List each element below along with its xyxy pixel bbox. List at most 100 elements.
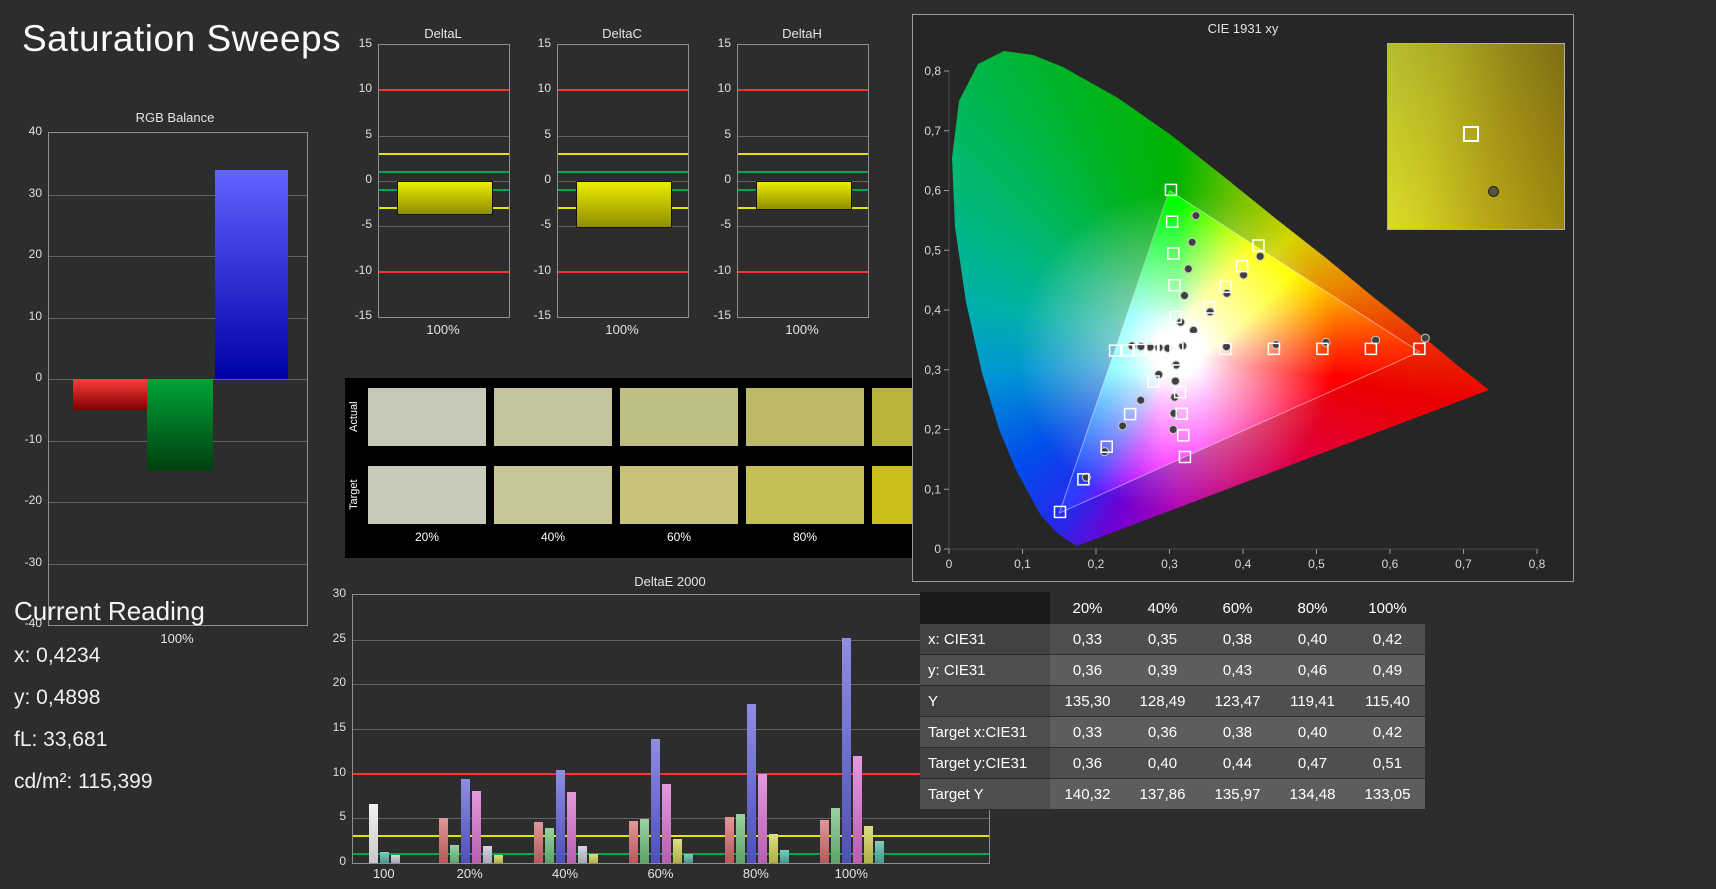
deltal-plot (378, 44, 510, 318)
measured-point (1321, 337, 1331, 347)
cie-y-tick-label: 0,2 (924, 423, 941, 437)
cie-y-tick-label: 0,4 (924, 303, 941, 317)
grid-line (558, 135, 688, 137)
rgb-balance-title: RGB Balance (135, 110, 215, 125)
measured-point (1187, 237, 1197, 247)
measured-point (1136, 341, 1146, 351)
inset-measured-dot (1488, 186, 1499, 197)
deltae-bar-white (369, 804, 379, 863)
target-swatch (746, 466, 864, 524)
deltae-bar-yellow (673, 838, 683, 863)
table-value-cell: 128,49 (1125, 685, 1200, 717)
ref-line-ref_red (379, 89, 509, 92)
table-row-label: Y (920, 685, 1050, 717)
inset-target-square (1463, 126, 1479, 142)
deltae-group-label: 100% (834, 866, 868, 881)
deltae-bar-yellow (589, 854, 599, 863)
cie-y-tick-label: 0,7 (924, 124, 941, 138)
table-corner-cell (920, 592, 1050, 624)
deltac-plot (557, 44, 689, 318)
deltae-bar-blue (556, 770, 566, 863)
y-axis-label: 15 (358, 36, 372, 50)
y-axis-label: 30 (332, 586, 346, 600)
target-row-label: Target (348, 479, 360, 511)
ref-line-ref_green (558, 170, 688, 173)
current-reading-line: fL: 33,681 (14, 728, 108, 751)
y-axis-label: -5 (720, 217, 731, 232)
y-axis-label: -15 (533, 308, 551, 322)
current-reading-values: x: 0,4234 y: 0,4898 fL: 33,681 cd/m²: 115,3… (14, 644, 153, 812)
y-axis-label: 10 (717, 81, 731, 96)
measured-point (1222, 288, 1232, 298)
table-column-header: 40% (1147, 599, 1178, 617)
deltae-group-label: 100 (372, 866, 395, 881)
y-axis-label: 25 (332, 630, 346, 645)
y-axis-label: -40 (24, 616, 42, 630)
deltae-bar-gray (578, 846, 588, 863)
actual-swatch (620, 388, 738, 446)
grid-line (353, 639, 989, 641)
table-value-cell: 140,32 (1050, 778, 1125, 810)
cie-x-tick-label: 0,7 (1455, 557, 1472, 571)
saturation-sweeps-screen: Saturation Sweeps RGB Balance 100% Delta… (0, 0, 1716, 889)
deltae-bar-pink (662, 784, 672, 863)
table-value-cell: 0,33 (1050, 624, 1125, 655)
deltae-bar-green (545, 828, 555, 863)
table-value-cell: 0,46 (1275, 654, 1350, 686)
cie-x-tick-label: 0,3 (1161, 557, 1178, 571)
table-row: y: CIE31 0,36 0,39 0,43 0,46 0,49 (920, 654, 1425, 686)
table-value-cell: 0,38 (1200, 624, 1275, 655)
table-value-cell: 0,36 (1050, 654, 1125, 686)
y-axis-label: -15 (354, 308, 372, 322)
cie-y-tick-label: 0 (934, 542, 941, 556)
actual-swatch (494, 388, 612, 446)
measured-point (1136, 395, 1146, 405)
y-axis-label: 5 (544, 126, 551, 141)
y-axis-label: 5 (365, 126, 372, 141)
current-reading-line: cd/m²: 115,399 (14, 770, 153, 793)
delta-bar (756, 181, 852, 211)
deltah-plot (737, 44, 869, 318)
table-row-label: Target Y (920, 778, 1050, 810)
table-value-cell: 0,51 (1350, 747, 1425, 779)
ref-line-ref_red (738, 270, 868, 273)
table-row-label: Target x:CIE31 (920, 716, 1050, 748)
actual-row-label: Actual (348, 401, 360, 433)
table-column-header: 80% (1297, 599, 1328, 617)
table-value-cell: 135,97 (1200, 778, 1275, 810)
deltae-bar-yellow (864, 826, 874, 863)
deltae-bar-red (820, 820, 830, 863)
cie-y-tick-label: 0,5 (924, 243, 941, 257)
deltae-bar-blue (651, 738, 661, 863)
measured-point (1255, 251, 1265, 261)
y-axis-label: -5 (540, 217, 551, 232)
deltae2000-plot (352, 594, 990, 864)
deltae-bar-teal (779, 849, 789, 863)
ref-line-ref_red (738, 89, 868, 92)
current-reading-line: y: 0,4898 (14, 686, 101, 709)
y-axis-label: 15 (717, 36, 731, 50)
table-row: Target y:CIE31 0,36 0,40 0,44 0,47 0,51 (920, 747, 1425, 779)
deltac-xlabel: 100% (605, 322, 639, 337)
table-value-cell: 0,40 (1125, 747, 1200, 779)
deltae-bar-red (724, 816, 734, 863)
table-value-cell: 0,38 (1200, 716, 1275, 748)
deltae-bar-red (629, 821, 639, 863)
target-swatch (494, 466, 612, 524)
ref-line-ref_red (353, 772, 989, 775)
grid-line (379, 135, 509, 137)
table-column-header: 20% (1072, 599, 1103, 617)
table-value-cell: 135,30 (1050, 685, 1125, 717)
deltae-bar-gray (391, 854, 401, 863)
table-row: Y 135,30 128,49 123,47 119,41 115,40 (920, 685, 1425, 717)
table-value-cell: 0,40 (1275, 716, 1350, 748)
y-axis-label: 10 (332, 764, 346, 779)
y-axis-label: 5 (724, 126, 731, 141)
table-value-cell: 0,49 (1350, 654, 1425, 686)
deltae-bar-green (640, 819, 650, 863)
table-value-cell: 0,40 (1275, 624, 1350, 655)
y-axis-label: 0 (339, 854, 346, 868)
deltae-bar-blue (842, 637, 852, 863)
deltae-bar-green (449, 845, 459, 863)
cie-x-tick-label: 0,6 (1382, 557, 1399, 571)
